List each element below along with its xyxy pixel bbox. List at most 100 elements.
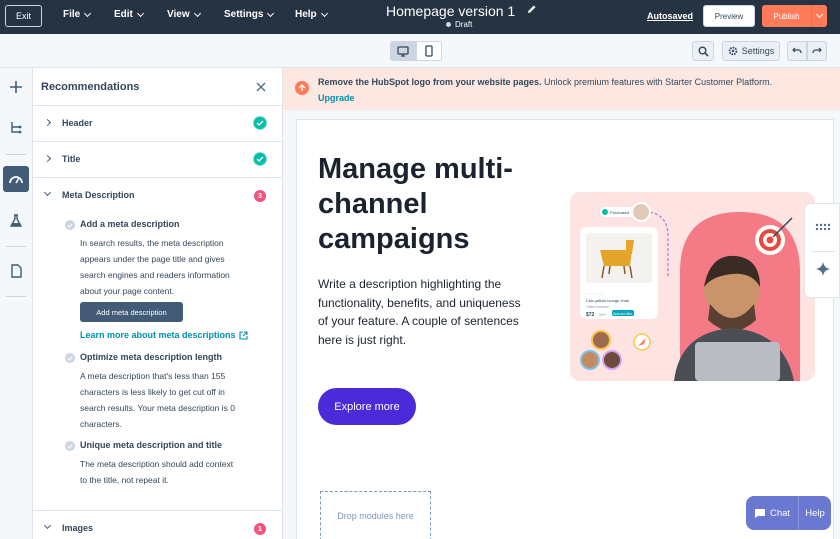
learn-more-label: Learn more about meta descriptions — [80, 330, 236, 340]
product-price: $72 — [586, 312, 595, 318]
publish-options-button[interactable] — [811, 5, 827, 27]
menu-help[interactable]: Help — [295, 9, 328, 20]
chevron-down-icon — [43, 188, 52, 197]
text-line: to the title, not repeat it. — [80, 475, 169, 485]
menu-settings[interactable]: Settings — [224, 9, 275, 20]
rail-divider — [6, 246, 26, 247]
upgrade-link[interactable]: Upgrade — [318, 93, 355, 103]
left-rail — [0, 68, 33, 539]
test-button[interactable] — [3, 208, 29, 234]
text-line: A meta description that's less than 155 — [80, 371, 226, 381]
redo-button[interactable] — [807, 41, 827, 61]
status-dot-icon — [446, 22, 451, 27]
search-icon — [698, 46, 709, 57]
plus-icon — [10, 81, 22, 93]
section-meta-description[interactable]: Meta Description 3 — [33, 177, 282, 213]
chat-label: Chat — [769, 507, 791, 519]
explore-more-button[interactable]: Explore more — [318, 388, 416, 425]
panel-title: Recommendations — [41, 81, 140, 93]
editor-toolbar: Settings — [0, 34, 840, 68]
add-module-button[interactable] — [3, 74, 29, 100]
menu-settings-label: Settings — [224, 9, 264, 20]
check-circle-icon — [65, 353, 75, 363]
page-preview[interactable]: Manage multi-channel campaigns Write a d… — [296, 119, 834, 539]
chat-bubble-icon — [754, 508, 765, 518]
module-dropzone[interactable]: Drop modules here — [320, 491, 431, 539]
tools-divider — [811, 251, 835, 252]
exit-button[interactable]: Exit — [5, 5, 42, 27]
tree-icon — [11, 122, 22, 134]
dots-grid-icon — [815, 223, 831, 231]
recommendations-panel: Recommendations Header Title Meta Descri… — [33, 68, 283, 539]
hero-image[interactable]: Chic yellow lounge chair Office furnitur… — [570, 192, 815, 381]
menu-file[interactable]: File — [63, 9, 92, 20]
check-circle-icon — [253, 116, 267, 130]
external-link-icon — [238, 330, 248, 340]
publish-button[interactable]: Publish — [762, 5, 811, 27]
desktop-view-button[interactable] — [390, 41, 416, 61]
text-line: characters is less likely to get cut off… — [80, 387, 225, 397]
close-icon[interactable] — [256, 82, 266, 92]
undo-icon — [792, 47, 802, 54]
menu-edit-label: Edit — [114, 9, 133, 20]
recommendation-title: Unique meta description and title — [80, 440, 223, 450]
page-title[interactable]: Homepage version 1 — [386, 3, 515, 19]
section-label: Header — [62, 118, 93, 128]
help-button[interactable]: Help — [798, 496, 831, 530]
rail-divider — [6, 296, 26, 297]
section-header[interactable]: Header — [33, 105, 282, 141]
floating-tools — [804, 203, 840, 298]
ai-assistant-button[interactable] — [816, 262, 830, 281]
recommendation-text: In search results, the meta description … — [80, 235, 270, 299]
chevron-down-icon — [815, 10, 824, 19]
autosaved-link[interactable]: Autosaved — [647, 11, 693, 21]
text-line: In search results, the meta description — [80, 238, 224, 248]
chevron-down-icon — [136, 9, 144, 17]
optimize-button[interactable] — [3, 166, 29, 192]
top-bar: Exit File Edit View Settings Help Homepa… — [0, 0, 840, 34]
preview-button[interactable]: Preview — [703, 5, 755, 27]
learn-more-link[interactable]: Learn more about meta descriptions — [80, 330, 248, 340]
text-line: characters. — [80, 419, 123, 429]
undo-button[interactable] — [787, 41, 807, 61]
menu-view[interactable]: View — [167, 9, 201, 20]
hero-illustration: Chic yellow lounge chair Office furnitur… — [580, 202, 800, 381]
mobile-icon — [425, 45, 433, 57]
check-circle-icon — [65, 441, 75, 451]
flask-icon — [10, 214, 22, 227]
settings-button[interactable]: Settings — [722, 41, 780, 61]
menu-edit[interactable]: Edit — [114, 9, 144, 20]
section-images[interactable]: Images 1 — [33, 510, 282, 539]
pages-button[interactable] — [3, 258, 29, 284]
product-name: Chic yellow lounge chair — [586, 298, 630, 303]
recommendation-title: Add a meta description — [80, 219, 180, 229]
section-title[interactable]: Title — [33, 141, 282, 177]
upgrade-banner: Remove the HubSpot logo from your websit… — [283, 68, 840, 110]
text-line: search engines and readers information — [80, 270, 230, 280]
product-old-price: $98 — [599, 312, 606, 317]
page-status: Draft — [446, 20, 472, 29]
hero-title[interactable]: Manage multi-channel campaigns — [318, 152, 548, 257]
grid-button[interactable] — [815, 218, 831, 236]
purchased-badge: Purchased — [610, 210, 629, 215]
redo-icon — [812, 47, 822, 54]
gear-icon — [728, 46, 738, 56]
chevron-down-icon — [84, 9, 92, 17]
section-label: Title — [62, 154, 81, 164]
hero-description[interactable]: Write a description highlighting the fun… — [318, 275, 528, 349]
check-circle-icon — [65, 220, 75, 230]
banner-body: Unlock premium features with Starter Cus… — [541, 77, 773, 87]
chat-widget: Chat Help — [746, 496, 831, 530]
mobile-view-button[interactable] — [416, 41, 442, 61]
add-meta-description-button[interactable]: Add meta description — [80, 302, 183, 322]
chevron-down-icon — [193, 9, 201, 17]
issue-count-badge: 1 — [254, 523, 266, 535]
menu-view-label: View — [167, 9, 190, 20]
chat-button[interactable]: Chat — [746, 496, 798, 530]
pencil-icon[interactable] — [527, 4, 537, 14]
layout-tree-button[interactable] — [3, 115, 29, 141]
search-button[interactable] — [692, 41, 714, 61]
chevron-down-icon — [267, 9, 275, 17]
text-line: about your page content. — [80, 286, 175, 296]
banner-text: Remove the HubSpot logo from your websit… — [318, 74, 788, 106]
